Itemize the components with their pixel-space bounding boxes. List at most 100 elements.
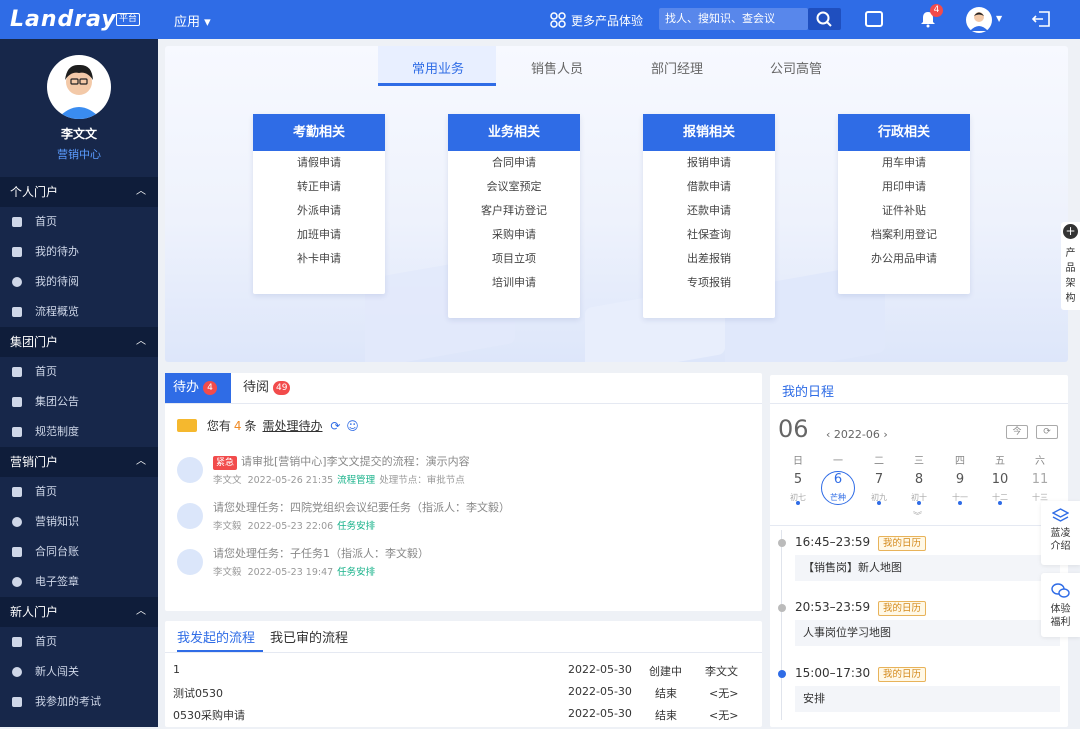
month-navigator[interactable]: ‹ 2022-06 ›: [826, 428, 888, 441]
workspace-icon[interactable]: [865, 11, 883, 27]
flow-name[interactable]: 0530采购申请: [173, 707, 245, 723]
table-row[interactable]: 0530采购申请 2022-05-30 结束 <无>: [173, 707, 753, 729]
todo-title[interactable]: 请您处理任务：四院党组织会议纪要任务（指派人：李文毅）: [213, 501, 510, 514]
search-button[interactable]: [808, 8, 841, 30]
calendar-day[interactable]: 8: [899, 472, 939, 487]
tab-executives[interactable]: 公司高管: [770, 58, 822, 77]
logout-icon[interactable]: [1031, 11, 1050, 27]
section-personal-portal[interactable]: 个人门户 ︿: [0, 177, 158, 207]
card-link[interactable]: 档案利用登记: [838, 223, 970, 247]
card-link[interactable]: 还款申请: [643, 199, 775, 223]
person-icon[interactable]: ☺: [346, 419, 359, 433]
sidebar-item-group-notice[interactable]: 集团公告: [0, 387, 158, 417]
expand-calendar-icon[interactable]: ︾: [913, 509, 922, 522]
avatar[interactable]: [47, 55, 111, 119]
chevron-up-icon: ︿: [136, 336, 146, 347]
app-menu-dropdown[interactable]: 应用 ▾: [174, 11, 211, 30]
refresh-icon[interactable]: ⟳: [330, 419, 340, 433]
todo-time: 2022-05-23 22:06: [247, 521, 334, 532]
flow-name[interactable]: 1: [173, 663, 180, 676]
section-newcomer-portal[interactable]: 新人门户 ︿: [0, 597, 158, 627]
sidebar-item-marketing-knowledge[interactable]: 营销知识: [0, 507, 158, 537]
section-group-portal[interactable]: 集团门户 ︿: [0, 327, 158, 357]
sidebar-item-label: 我的待办: [35, 245, 79, 258]
calendar-day-selected[interactable]: 6: [818, 472, 858, 487]
card-link[interactable]: 合同申请: [448, 151, 580, 175]
card-link[interactable]: 用车申请: [838, 151, 970, 175]
calendar-day[interactable]: 11: [1020, 472, 1060, 487]
today-button[interactable]: 今: [1006, 425, 1028, 439]
calendar-day[interactable]: 7: [859, 472, 899, 487]
card-link[interactable]: 外派申请: [253, 199, 385, 223]
sidebar-item-regulations[interactable]: 规范制度: [0, 417, 158, 447]
card-link[interactable]: 培训申请: [448, 271, 580, 295]
sidebar-item-newcomer-home[interactable]: 首页: [0, 627, 158, 657]
flow-name[interactable]: 测试0530: [173, 685, 223, 701]
card-link[interactable]: 用印申请: [838, 175, 970, 199]
table-row[interactable]: 1 2022-05-30 创建中 李文文: [173, 663, 753, 685]
sidebar-item-my-todo[interactable]: 我的待办: [0, 237, 158, 267]
card-link[interactable]: 办公用品申请: [838, 247, 970, 271]
card-link[interactable]: 出差报销: [643, 247, 775, 271]
refresh-button[interactable]: ⟳: [1036, 425, 1058, 439]
lanling-intro-button[interactable]: 蓝凌介绍: [1041, 501, 1080, 565]
chevron-right-icon[interactable]: ›: [880, 428, 887, 441]
card-link[interactable]: 采购申请: [448, 223, 580, 247]
sidebar-item-my-toread[interactable]: 我的待阅: [0, 267, 158, 297]
tab-department-manager[interactable]: 部门经理: [651, 58, 703, 77]
user-avatar[interactable]: [966, 7, 992, 33]
calendar-tag: 我的日历: [878, 601, 927, 616]
card-link[interactable]: 加班申请: [253, 223, 385, 247]
tab-common-business[interactable]: 常用业务: [412, 58, 464, 77]
todo-title[interactable]: 请您处理任务：子任务1（指派人：李文毅）: [213, 547, 429, 560]
section-marketing-portal[interactable]: 营销门户 ︿: [0, 447, 158, 477]
sidebar-item-my-exams[interactable]: 我参加的考试: [0, 687, 158, 717]
tab-sales-staff[interactable]: 销售人员: [531, 58, 583, 77]
card-link[interactable]: 专项报销: [643, 271, 775, 295]
tab-reviewed-flows[interactable]: 我已审的流程: [270, 627, 348, 646]
pending-link[interactable]: 需处理待办: [263, 419, 323, 433]
card-link[interactable]: 客户拜访登记: [448, 199, 580, 223]
sidebar-item-process-overview[interactable]: 流程概览: [0, 297, 158, 327]
tab-todo[interactable]: 待办 4: [165, 373, 231, 403]
event-content[interactable]: 【销售岗】新人地图: [795, 555, 1060, 581]
event-content[interactable]: 安排: [795, 686, 1060, 712]
more-products-link[interactable]: 更多产品体验: [571, 12, 643, 29]
toread-count-badge: 49: [273, 381, 291, 395]
calendar-day[interactable]: 9: [940, 472, 980, 487]
sidebar-item-group-home[interactable]: 首页: [0, 357, 158, 387]
table-row[interactable]: 测试0530 2022-05-30 结束 <无>: [173, 685, 753, 707]
product-architecture-button[interactable]: + 产品架构: [1061, 222, 1080, 310]
sidebar-item-marketing-home[interactable]: 首页: [0, 477, 158, 507]
sidebar-item-label: 流程概览: [35, 305, 79, 318]
todo-item[interactable]: 紧急 请审批[营销中心]李文文提交的流程：演示内容 李文文 2022-05-26 …: [177, 453, 747, 493]
sidebar-item-home[interactable]: 首页: [0, 207, 158, 237]
chevron-left-icon[interactable]: ‹: [826, 428, 834, 441]
tab-toread[interactable]: 待阅 49: [243, 373, 291, 403]
tab-started-flows[interactable]: 我发起的流程: [177, 627, 255, 646]
card-link[interactable]: 报销申请: [643, 151, 775, 175]
sidebar-item-contract-ledger[interactable]: 合同台账: [0, 537, 158, 567]
sidebar-item-newcomer-challenge[interactable]: 新人闯关: [0, 657, 158, 687]
card-link[interactable]: 借款申请: [643, 175, 775, 199]
event-content[interactable]: 人事岗位学习地图: [795, 620, 1060, 646]
user-department[interactable]: 营销中心: [0, 146, 158, 162]
todo-title[interactable]: 请审批[营销中心]李文文提交的流程：演示内容: [241, 455, 470, 468]
search-input[interactable]: 找人、搜知识、查会议: [659, 8, 808, 30]
chevron-down-icon[interactable]: ▼: [996, 14, 1002, 23]
todo-item[interactable]: 请您处理任务：子任务1（指派人：李文毅） 李文毅 2022-05-23 19:4…: [177, 545, 747, 585]
card-link[interactable]: 请假申请: [253, 151, 385, 175]
card-link[interactable]: 证件补贴: [838, 199, 970, 223]
card-link[interactable]: 会议室预定: [448, 175, 580, 199]
weekday-label: 一: [833, 456, 843, 467]
landray-logo[interactable]: Landray: [10, 7, 117, 32]
calendar-day[interactable]: 5: [778, 472, 818, 487]
card-link[interactable]: 社保查询: [643, 223, 775, 247]
card-link[interactable]: 项目立项: [448, 247, 580, 271]
experience-benefit-button[interactable]: 体验福利: [1041, 573, 1080, 637]
card-link[interactable]: 补卡申请: [253, 247, 385, 271]
card-link[interactable]: 转正申请: [253, 175, 385, 199]
calendar-day[interactable]: 10: [980, 472, 1020, 487]
todo-item[interactable]: 请您处理任务：四院党组织会议纪要任务（指派人：李文毅） 李文毅 2022-05-…: [177, 499, 747, 539]
sidebar-item-e-signature[interactable]: 电子签章: [0, 567, 158, 597]
